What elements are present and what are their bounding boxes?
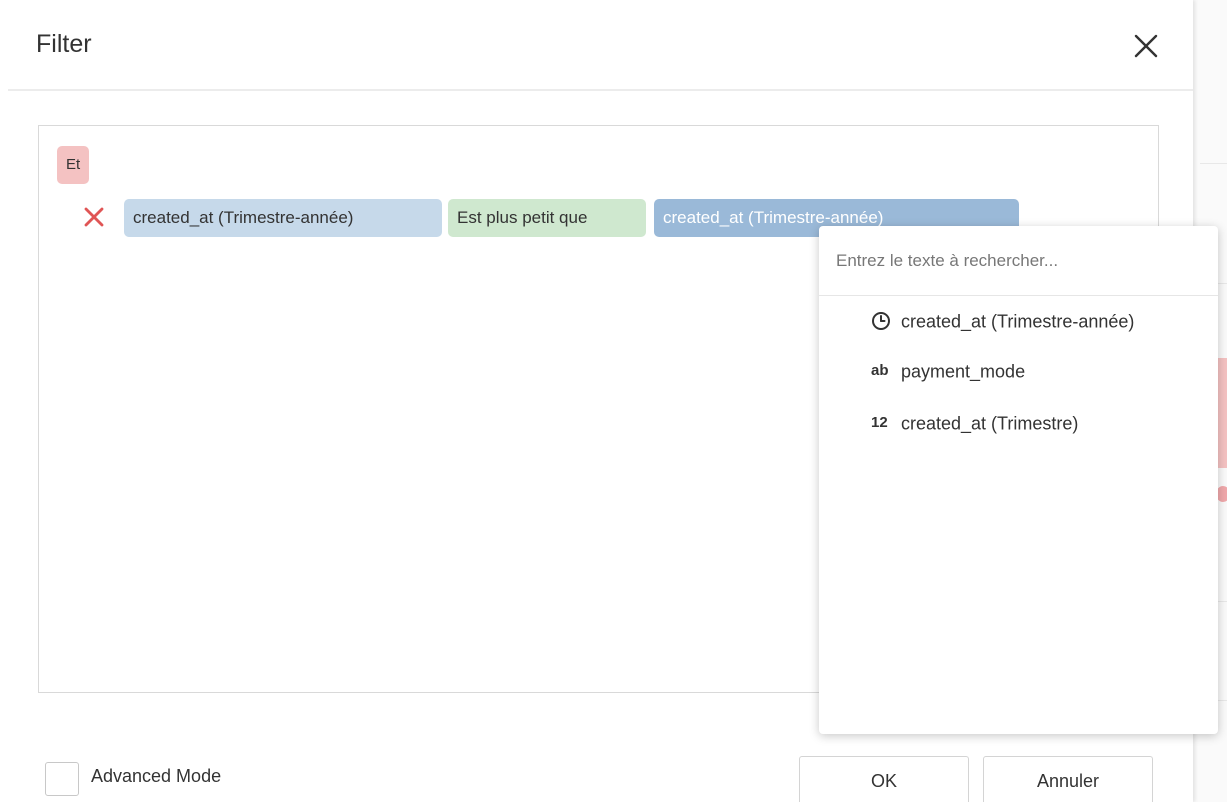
remove-icon <box>84 207 104 227</box>
dialog-title: Filter <box>36 30 92 58</box>
dropdown-item-label: created_at (Trimestre) <box>901 413 1079 434</box>
advanced-mode-label: Advanced Mode <box>91 766 222 786</box>
page: Filter Et created_at (Trimestre-année) E… <box>0 0 1227 802</box>
field-search-input[interactable] <box>819 226 1218 296</box>
remove-condition-button[interactable] <box>82 205 106 229</box>
text-type-icon: ab <box>871 362 889 380</box>
condition-field-chip[interactable]: created_at (Trimestre-année) <box>124 199 442 237</box>
dropdown-item-created-at-trimestre[interactable]: 12 created_at (Trimestre) <box>871 404 1078 440</box>
close-icon <box>1134 34 1158 58</box>
number-type-icon: 12 <box>871 414 888 432</box>
dropdown-item-created-at-trimestre-annee[interactable]: created_at (Trimestre-année) <box>871 302 1134 338</box>
background-divider <box>1200 163 1227 164</box>
cancel-button[interactable]: Annuler <box>983 756 1153 802</box>
condition-operator-chip[interactable]: Est plus petit que <box>448 199 646 237</box>
group-operator-chip[interactable]: Et <box>57 146 90 184</box>
dropdown-item-payment-mode[interactable]: ab payment_mode <box>871 352 1025 388</box>
dropdown-item-label: payment_mode <box>901 361 1026 382</box>
header-divider <box>8 89 1193 91</box>
clock-icon <box>871 303 901 339</box>
field-picker-dropdown: created_at (Trimestre-année) ab payment_m… <box>819 226 1218 734</box>
ok-button[interactable]: OK <box>799 756 969 802</box>
advanced-mode-checkbox[interactable] <box>45 762 79 796</box>
dropdown-item-label: created_at (Trimestre-année) <box>901 311 1135 332</box>
close-button[interactable] <box>1130 30 1162 62</box>
